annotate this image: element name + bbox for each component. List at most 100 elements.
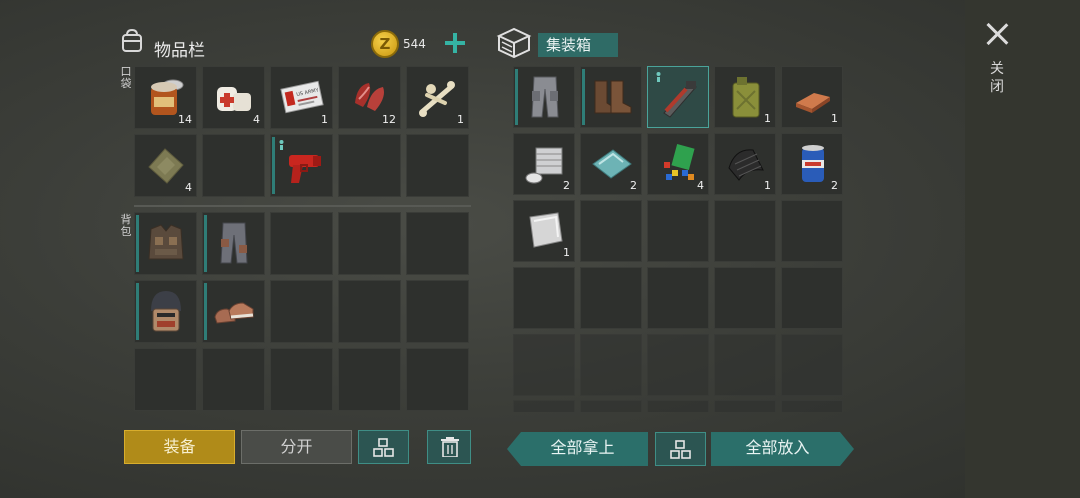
inventory-slot-empty[interactable] <box>270 280 333 343</box>
inventory-slot-empty[interactable] <box>406 348 469 411</box>
inventory-slot-empty[interactable] <box>270 212 333 275</box>
inventory-slot-empty[interactable] <box>338 280 401 343</box>
container-slot-empty[interactable] <box>647 200 709 262</box>
container-slot[interactable]: 2 <box>513 133 575 195</box>
container-box-icon <box>496 27 532 58</box>
inventory-slot[interactable]: US ARMY 1 <box>270 66 333 129</box>
inventory-slot-empty[interactable] <box>338 348 401 411</box>
inventory-slot-empty[interactable] <box>134 348 197 411</box>
engine-cylinder-icon <box>525 147 563 184</box>
inventory-slot[interactable]: 12 <box>338 66 401 129</box>
container-slot[interactable] <box>580 66 642 128</box>
inventory-slot[interactable] <box>202 212 265 275</box>
container-slot-empty[interactable] <box>647 334 709 396</box>
durability-bar <box>136 215 139 272</box>
item-count: 4 <box>253 113 260 126</box>
add-coins-button[interactable] <box>444 32 466 54</box>
container-slot[interactable]: 2 <box>580 133 642 195</box>
container-slot-empty[interactable] <box>714 267 776 329</box>
item-count: 2 <box>630 179 637 192</box>
item-count: 12 <box>382 113 396 126</box>
container-slot-empty[interactable] <box>513 334 575 396</box>
cloth-icon <box>148 148 184 184</box>
container-slot-empty[interactable] <box>580 334 642 396</box>
inventory-slot[interactable] <box>134 280 197 343</box>
right-panel-strip <box>965 0 1080 498</box>
close-icon[interactable] <box>981 18 1013 50</box>
jerry-can-icon <box>732 77 760 118</box>
container-slot[interactable]: 1 <box>714 66 776 128</box>
container-slot[interactable]: 4 <box>647 133 709 195</box>
inventory-slot[interactable] <box>202 280 265 343</box>
container-slot-empty[interactable] <box>580 267 642 329</box>
backpack-label: 背包 <box>120 213 132 238</box>
durability-bar <box>136 283 139 340</box>
inventory-slot[interactable]: 14 <box>134 66 197 129</box>
inventory-slot-empty[interactable] <box>202 134 265 197</box>
backpack-icon <box>122 28 142 52</box>
inventory-slot[interactable] <box>270 134 333 197</box>
inventory-slot[interactable]: 1 <box>406 66 469 129</box>
split-button[interactable]: 分开 <box>241 430 352 464</box>
container-slot[interactable]: 1 <box>714 133 776 195</box>
container-slot[interactable]: 1 <box>781 66 843 128</box>
rubber-sheet-icon <box>728 149 764 181</box>
item-count: 1 <box>764 179 771 192</box>
equip-button[interactable]: 装备 <box>124 430 235 464</box>
container-title: 集装箱 <box>538 33 618 57</box>
glass-sheet-icon <box>592 149 632 179</box>
container-slot-selected[interactable] <box>647 66 709 128</box>
item-count: 1 <box>457 113 464 126</box>
container-slot[interactable] <box>513 66 575 128</box>
item-count: 2 <box>831 179 838 192</box>
item-count: 1 <box>764 112 771 125</box>
inventory-slot-empty[interactable] <box>406 280 469 343</box>
inventory-slot-empty[interactable] <box>202 348 265 411</box>
container-slot-empty <box>714 400 776 412</box>
beer-can-icon <box>802 145 824 182</box>
item-count: 1 <box>321 113 328 126</box>
armored-helmet-icon <box>151 291 181 332</box>
inventory-slot[interactable] <box>134 212 197 275</box>
container-slot-empty[interactable] <box>714 334 776 396</box>
sort-inventory-button[interactable] <box>358 430 409 464</box>
durability-bar <box>204 283 207 340</box>
trash-button[interactable] <box>427 430 471 464</box>
container-slot[interactable]: 1 <box>513 200 575 262</box>
grid-sort-icon <box>373 438 394 457</box>
container-slot-empty[interactable] <box>781 267 843 329</box>
put-all-button[interactable]: 全部放入 <box>711 432 854 466</box>
chainsaw-blade-icon <box>663 81 697 118</box>
inventory-slot-empty[interactable] <box>338 212 401 275</box>
container-slot-empty[interactable] <box>647 267 709 329</box>
container-slot-empty[interactable] <box>714 200 776 262</box>
backpack-grid <box>134 212 471 411</box>
copper-ingot-icon <box>796 93 830 113</box>
container-slot-empty <box>513 400 575 412</box>
inventory-slot-empty[interactable] <box>406 212 469 275</box>
container-grid: 1 1 2 2 4 1 2 1 <box>513 66 848 396</box>
container-slot-empty[interactable] <box>580 200 642 262</box>
inventory-slot[interactable]: 4 <box>202 66 265 129</box>
sneakers-icon <box>214 302 254 324</box>
container-slot[interactable]: 2 <box>781 133 843 195</box>
container-slot-empty[interactable] <box>781 334 843 396</box>
item-count: 14 <box>178 113 192 126</box>
item-count: 4 <box>185 181 192 194</box>
inventory-slot[interactable]: 4 <box>134 134 197 197</box>
coin-balance: 544 <box>403 37 426 51</box>
durability-bar <box>272 137 275 194</box>
sort-container-button[interactable] <box>655 432 706 466</box>
inventory-slot-empty[interactable] <box>338 134 401 197</box>
close-label[interactable]: 关闭 <box>989 60 1005 96</box>
container-slot-empty[interactable] <box>513 267 575 329</box>
inventory-slot-empty[interactable] <box>270 348 333 411</box>
tactical-vest-icon <box>148 224 184 260</box>
inventory-title: 物品栏 <box>154 41 205 61</box>
container-slot-empty <box>580 400 642 412</box>
inventory-slot-empty[interactable] <box>406 134 469 197</box>
grid-sort-icon <box>670 440 691 459</box>
take-all-button[interactable]: 全部拿上 <box>507 432 648 466</box>
container-slot-empty[interactable] <box>781 200 843 262</box>
tactical-pants-icon <box>220 222 248 264</box>
